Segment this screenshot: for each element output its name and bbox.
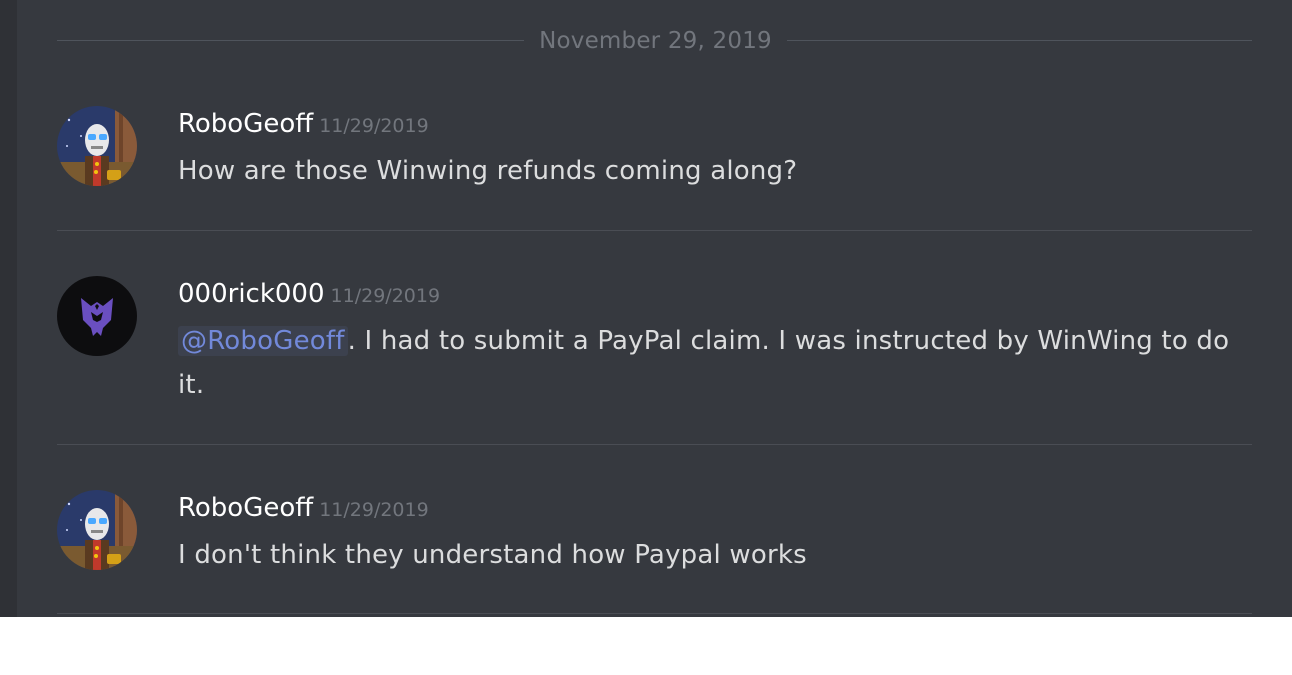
message-header: RoboGeoff 11/29/2019 [178, 490, 429, 528]
left-sidebar-edge [0, 0, 17, 617]
message-1: RoboGeoff 11/29/2019 How are those Winwin… [57, 106, 1252, 216]
message-divider [57, 613, 1252, 614]
username[interactable]: 000rick000 [178, 279, 325, 309]
message-3: RoboGeoff 11/29/2019 I don't think they u… [57, 490, 1252, 600]
date-divider-line-left [57, 40, 524, 41]
timestamp[interactable]: 11/29/2019 [331, 285, 441, 307]
chat-panel: November 29, 2019 RoboGeoff 11/29/2019 H… [0, 0, 1292, 617]
username[interactable]: RoboGeoff [178, 493, 313, 523]
message-divider [57, 444, 1252, 445]
date-divider-line-right [787, 40, 1252, 41]
date-divider-label: November 29, 2019 [539, 28, 772, 54]
robot-avatar-image [57, 106, 137, 186]
decepticon-avatar[interactable] [57, 276, 137, 356]
message-2: 000rick000 11/29/2019 @RoboGeoff. I had t… [57, 276, 1252, 426]
message-text: @RoboGeoff. I had to submit a PayPal cla… [178, 319, 1248, 407]
timestamp[interactable]: 11/29/2019 [319, 115, 429, 137]
date-divider: November 29, 2019 [57, 26, 1252, 56]
robot-avatar[interactable] [57, 490, 137, 570]
message-divider [57, 230, 1252, 231]
user-mention[interactable]: @RoboGeoff [178, 326, 348, 356]
username[interactable]: RoboGeoff [178, 109, 313, 139]
message-text: How are those Winwing refunds coming alo… [178, 156, 798, 186]
message-header: 000rick000 11/29/2019 [178, 276, 440, 314]
decepticon-avatar-image [57, 276, 137, 356]
message-header: RoboGeoff 11/29/2019 [178, 106, 429, 144]
timestamp[interactable]: 11/29/2019 [319, 499, 429, 521]
message-text: I don't think they understand how Paypal… [178, 540, 807, 570]
robot-avatar-image [57, 490, 137, 570]
robot-avatar[interactable] [57, 106, 137, 186]
